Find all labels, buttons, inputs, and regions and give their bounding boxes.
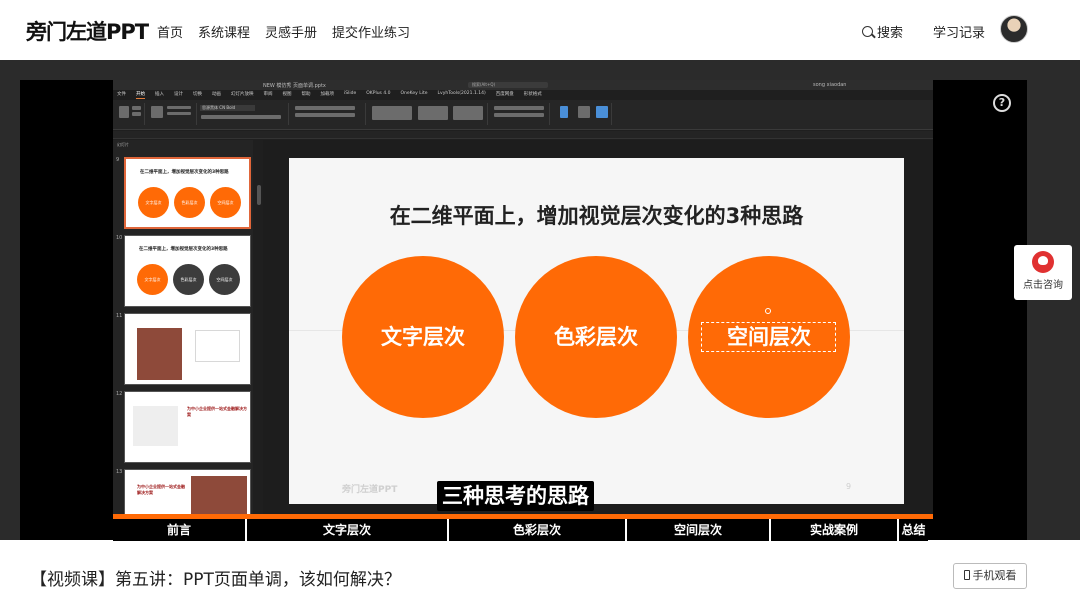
thumbnail-chip: 色彩层次 <box>173 264 204 295</box>
ppt-tab[interactable]: 百度网盘 <box>496 91 514 99</box>
chapter-color[interactable]: 色彩层次 <box>449 519 627 541</box>
ppt-ribbon-tabs: 文件 开始 插入 设计 切换 动画 幻灯片放映 审阅 视图 帮助 加载项 iSlide OKPlus 4… <box>113 91 933 99</box>
consult-button[interactable]: 点击咨询 <box>1014 245 1072 300</box>
ribbon-group-drawing <box>368 103 488 125</box>
ppt-tab[interactable]: 插入 <box>155 91 164 99</box>
ppt-tab[interactable]: OKPlus 4.0 <box>366 91 390 99</box>
text-block <box>195 330 240 362</box>
nav-item-homework[interactable]: 提交作业练习 <box>332 22 410 41</box>
search-label: 搜索 <box>877 26 904 41</box>
chapter-case[interactable]: 实战案例 <box>771 519 899 541</box>
circle-text-hierarchy[interactable]: 文字层次 <box>342 256 504 418</box>
chapter-text[interactable]: 文字层次 <box>247 519 449 541</box>
thumbnail-title: 在二维平面上，增加视觉层次变化的3种思路 <box>139 247 228 252</box>
chapter-intro[interactable]: 前言 <box>113 519 247 541</box>
ppt-titlebar: NEW 模仿秀 页面单调.pptx 搜索(Alt+Q) song xiaodan <box>113 80 933 90</box>
thumbnail-number: 11 <box>116 313 123 319</box>
chapter-space[interactable]: 空间层次 <box>627 519 771 541</box>
ppt-tab[interactable]: OneKey Lite <box>400 91 427 99</box>
thumbnail-title: 为中小企业提供一站式金融解决方案 <box>137 484 185 495</box>
ribbon-group-editing <box>490 103 550 125</box>
selection-box[interactable] <box>701 322 836 352</box>
top-bar: 旁门左道PPT 首页 系统课程 灵感手册 提交作业练习 搜索 学习记录 <box>0 0 1080 60</box>
thumbnail-title: 为中小企业提供一站式金融解决方案 <box>187 406 247 417</box>
avatar[interactable] <box>1000 15 1028 43</box>
slide-title[interactable]: 在二维平面上，增加视觉层次变化的3种思路 <box>289 200 904 230</box>
ppt-tab[interactable]: 文件 <box>117 91 126 99</box>
ribbon-group-paragraph <box>291 103 366 125</box>
chapter-summary[interactable]: 总结 <box>899 519 928 541</box>
thumbnail-chip: 色彩层次 <box>174 187 205 218</box>
ppt-tab[interactable]: 加载项 <box>321 91 335 99</box>
thumbnail-chip: 空间层次 <box>210 187 241 218</box>
slide-thumbnail[interactable]: 为中小企业提供一站式金融解决方案 <box>124 391 251 463</box>
main-nav: 首页 系统课程 灵感手册 提交作业练习 <box>157 22 410 41</box>
consult-label: 点击咨询 <box>1023 280 1063 291</box>
ppt-tab[interactable]: 动画 <box>212 91 221 99</box>
slide-watermark: 旁门左道PPT <box>342 485 398 495</box>
headset-icon <box>1032 251 1054 273</box>
slide-thumbnail[interactable] <box>124 313 251 385</box>
video-title: 【视频课】第五讲：PPT页面单调，该如何解决？ <box>30 570 401 590</box>
ppt-tab[interactable]: LvyhTools(2021.1.14) <box>438 91 486 99</box>
ribbon-group-voice <box>552 103 612 125</box>
thumbnail-chip: 文字层次 <box>138 187 169 218</box>
thumbnail-number: 10 <box>116 235 123 241</box>
ppt-tab[interactable]: 开始 <box>136 91 145 99</box>
rotate-handle[interactable] <box>765 308 771 314</box>
search-button[interactable]: 搜索 <box>862 22 903 41</box>
thumbnail-number: 9 <box>116 157 120 163</box>
ppt-tab[interactable]: iSlide <box>344 91 356 99</box>
thumbnail-number: 12 <box>116 391 123 397</box>
thumbnail-panel-header: 幻灯片 <box>117 142 129 147</box>
slide-thumbnail[interactable]: 为中小企业提供一站式金融解决方案 <box>124 469 251 516</box>
slide-thumbnail-panel: 幻灯片 9 在二维平面上，增加视觉层次变化的3种思路 文字层次 色彩层次 空间层… <box>113 140 253 516</box>
ribbon-group-slides <box>147 103 197 125</box>
ppt-ribbon: 思源黑体 CN Bold <box>113 100 933 130</box>
building-image <box>191 476 247 516</box>
thumbnail-chip: 文字层次 <box>137 264 168 295</box>
video-subtitle: 三种思考的思路 <box>437 481 594 511</box>
circle-color-hierarchy[interactable]: 色彩层次 <box>515 256 677 418</box>
ppt-search-box: 搜索(Alt+Q) <box>468 82 548 88</box>
ppt-tab[interactable]: 形状格式 <box>524 91 542 99</box>
chapter-bar: 前言 文字层次 色彩层次 空间层次 实战案例 总结 <box>113 519 928 541</box>
ribbon-group-font <box>199 103 289 125</box>
ppt-window-title: NEW 模仿秀 页面单调.pptx <box>263 83 326 89</box>
ppt-quick-access <box>113 131 933 139</box>
ppt-user-name: song xiaodan <box>813 82 847 88</box>
learning-record-link[interactable]: 学习记录 <box>933 22 985 41</box>
thumbnail-chip: 空间层次 <box>209 264 240 295</box>
ppt-tab[interactable]: 帮助 <box>302 91 311 99</box>
search-icon <box>862 26 873 37</box>
ppt-tab[interactable]: 视图 <box>283 91 292 99</box>
ppt-tab[interactable]: 审阅 <box>264 91 273 99</box>
thumbnail-number: 13 <box>116 469 123 475</box>
text-block <box>133 406 178 446</box>
mobile-watch-button[interactable]: 手机观看 <box>953 563 1027 589</box>
help-icon[interactable]: ? <box>993 94 1011 112</box>
nav-item-inspiration[interactable]: 灵感手册 <box>265 22 317 41</box>
ppt-tab[interactable]: 切换 <box>193 91 202 99</box>
ribbon-group-clipboard <box>115 103 145 125</box>
slide-thumbnail[interactable]: 在二维平面上，增加视觉层次变化的3种思路 文字层次 色彩层次 空间层次 <box>124 235 251 307</box>
thumbnail-title: 在二维平面上，增加视觉层次变化的3种思路 <box>140 170 229 175</box>
slide-page-number: 9 <box>846 482 852 491</box>
slide-thumbnail[interactable]: 在二维平面上，增加视觉层次变化的3种思路 文字层次 色彩层次 空间层次 <box>124 157 251 229</box>
nav-item-courses[interactable]: 系统课程 <box>198 22 250 41</box>
phone-icon <box>963 570 970 580</box>
ppt-tab[interactable]: 设计 <box>174 91 183 99</box>
ppt-tab[interactable]: 幻灯片放映 <box>231 91 254 99</box>
site-logo[interactable]: 旁门左道PPT <box>26 16 149 46</box>
nav-item-home[interactable]: 首页 <box>157 22 183 41</box>
building-image <box>137 328 182 380</box>
thumbnail-scrollbar[interactable] <box>257 185 261 205</box>
slide[interactable]: 在二维平面上，增加视觉层次变化的3种思路 文字层次 色彩层次 空间层次 旁门左道… <box>289 158 904 504</box>
mobile-watch-label: 手机观看 <box>972 569 1017 582</box>
